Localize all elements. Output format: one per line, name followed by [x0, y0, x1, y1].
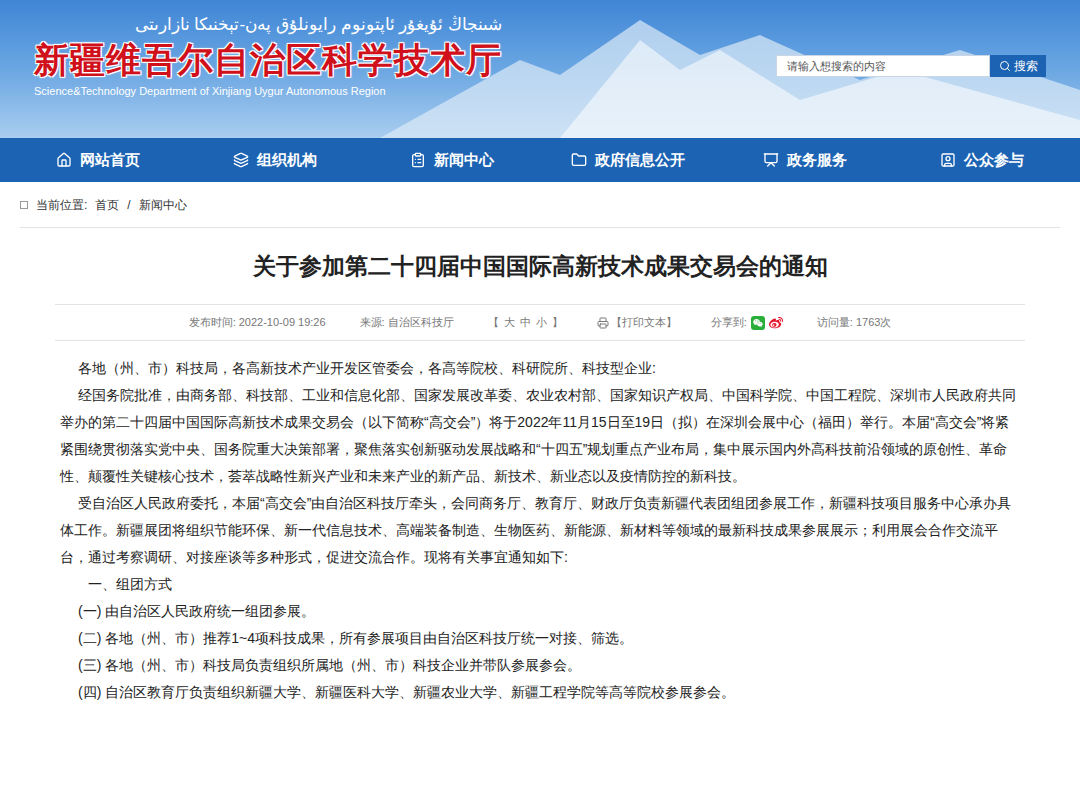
print-button[interactable]: 【打印文本】	[597, 314, 677, 331]
nav-item[interactable]: 公众参与	[893, 149, 1070, 172]
article-paragraph: 经国务院批准，由商务部、科技部、工业和信息化部、国家发展改革委、农业农村部、国家…	[60, 382, 1020, 490]
breadcrumb: 当前位置:首页/新闻中心	[20, 182, 1060, 228]
nav-item[interactable]: 新闻中心	[363, 149, 540, 172]
source: 来源: 自治区科技厅	[360, 314, 454, 331]
main-nav: 网站首页组织机构新闻中心政府信息公开政务服务公众参与	[0, 138, 1080, 182]
home-icon	[56, 152, 72, 168]
font-size-option[interactable]: 小	[536, 314, 547, 331]
search-button[interactable]: 搜索	[990, 55, 1046, 77]
search-input[interactable]: 请输入想搜索的内容	[776, 55, 990, 77]
site-subtitle: Science&Technology Department of Xinjian…	[34, 82, 502, 100]
article-body: 各地（州、市）科技局，各高新技术产业开发区管委会，各高等院校、科研院所、科技型企…	[55, 341, 1025, 706]
article-item: (三) 各地（州、市）科技局负责组织所属地（州、市）科技企业并带队参展参会。	[60, 652, 1020, 679]
people-icon	[940, 152, 956, 168]
service-icon	[763, 152, 779, 168]
wechat-icon	[753, 318, 763, 328]
article-title: 关于参加第二十四届中国国际高新技术成果交易会的通知	[55, 228, 1025, 305]
share: 分享到:	[711, 314, 783, 331]
article-heading: 一、组团方式	[60, 571, 1020, 598]
article-item: (一) 由自治区人民政府统一组团参展。	[60, 598, 1020, 625]
view-count: 访问量: 1763次	[817, 314, 892, 331]
location-icon	[20, 201, 28, 209]
breadcrumb-link[interactable]: 新闻中心	[139, 196, 187, 214]
article-salutation: 各地（州、市）科技局，各高新技术产业开发区管委会，各高等院校、科研院所、科技型企…	[60, 355, 1020, 382]
folder-icon	[571, 152, 587, 168]
printer-icon	[597, 317, 609, 329]
publish-time: 发布时间: 2022-10-09 19:26	[189, 314, 326, 331]
nav-item[interactable]: 政府信息公开	[540, 149, 717, 172]
font-size-switch: 【大中小】	[488, 314, 563, 331]
font-size-option[interactable]: 中	[520, 314, 531, 331]
font-size-option[interactable]: 大	[504, 314, 515, 331]
article-meta: 发布时间: 2022-10-09 19:26 来源: 自治区科技厅 【大中小】 【打印…	[55, 305, 1025, 341]
article-paragraph: 受自治区人民政府委托，本届“高交会”由自治区科技厅牵头，会同商务厅、教育厅、财政…	[60, 490, 1020, 571]
search-icon	[999, 60, 1011, 72]
nav-item[interactable]: 网站首页	[10, 149, 187, 172]
nav-item[interactable]: 政务服务	[717, 149, 894, 172]
page: شىنجاڭ ئۇيغۇر ئاپتونوم رايونلۇق پەن-تېخن…	[0, 0, 1080, 706]
uyghur-title: شىنجاڭ ئۇيغۇر ئاپتونوم رايونلۇق پەن-تېخن…	[34, 12, 502, 38]
site-header: شىنجاڭ ئۇيغۇر ئاپتونوم رايونلۇق پەن-تېخن…	[0, 0, 1080, 138]
layers-icon	[233, 152, 249, 168]
article-item: (四) 自治区教育厅负责组织新疆大学、新疆医科大学、新疆农业大学、新疆工程学院等…	[60, 679, 1020, 706]
article: 关于参加第二十四届中国国际高新技术成果交易会的通知发布时间: 2022-10-0…	[55, 228, 1025, 706]
article-item: (二) 各地（州、市）推荐1~4项科技成果，所有参展项目由自治区科技厅统一对接、…	[60, 625, 1020, 652]
site-title: 新疆维吾尔自治区科学技术厅	[34, 38, 502, 82]
breadcrumb-link[interactable]: 首页	[95, 196, 119, 214]
nav-item[interactable]: 组织机构	[187, 149, 364, 172]
news-icon	[410, 152, 426, 168]
wechat-share[interactable]	[751, 316, 765, 330]
weibo-icon[interactable]	[769, 316, 783, 330]
